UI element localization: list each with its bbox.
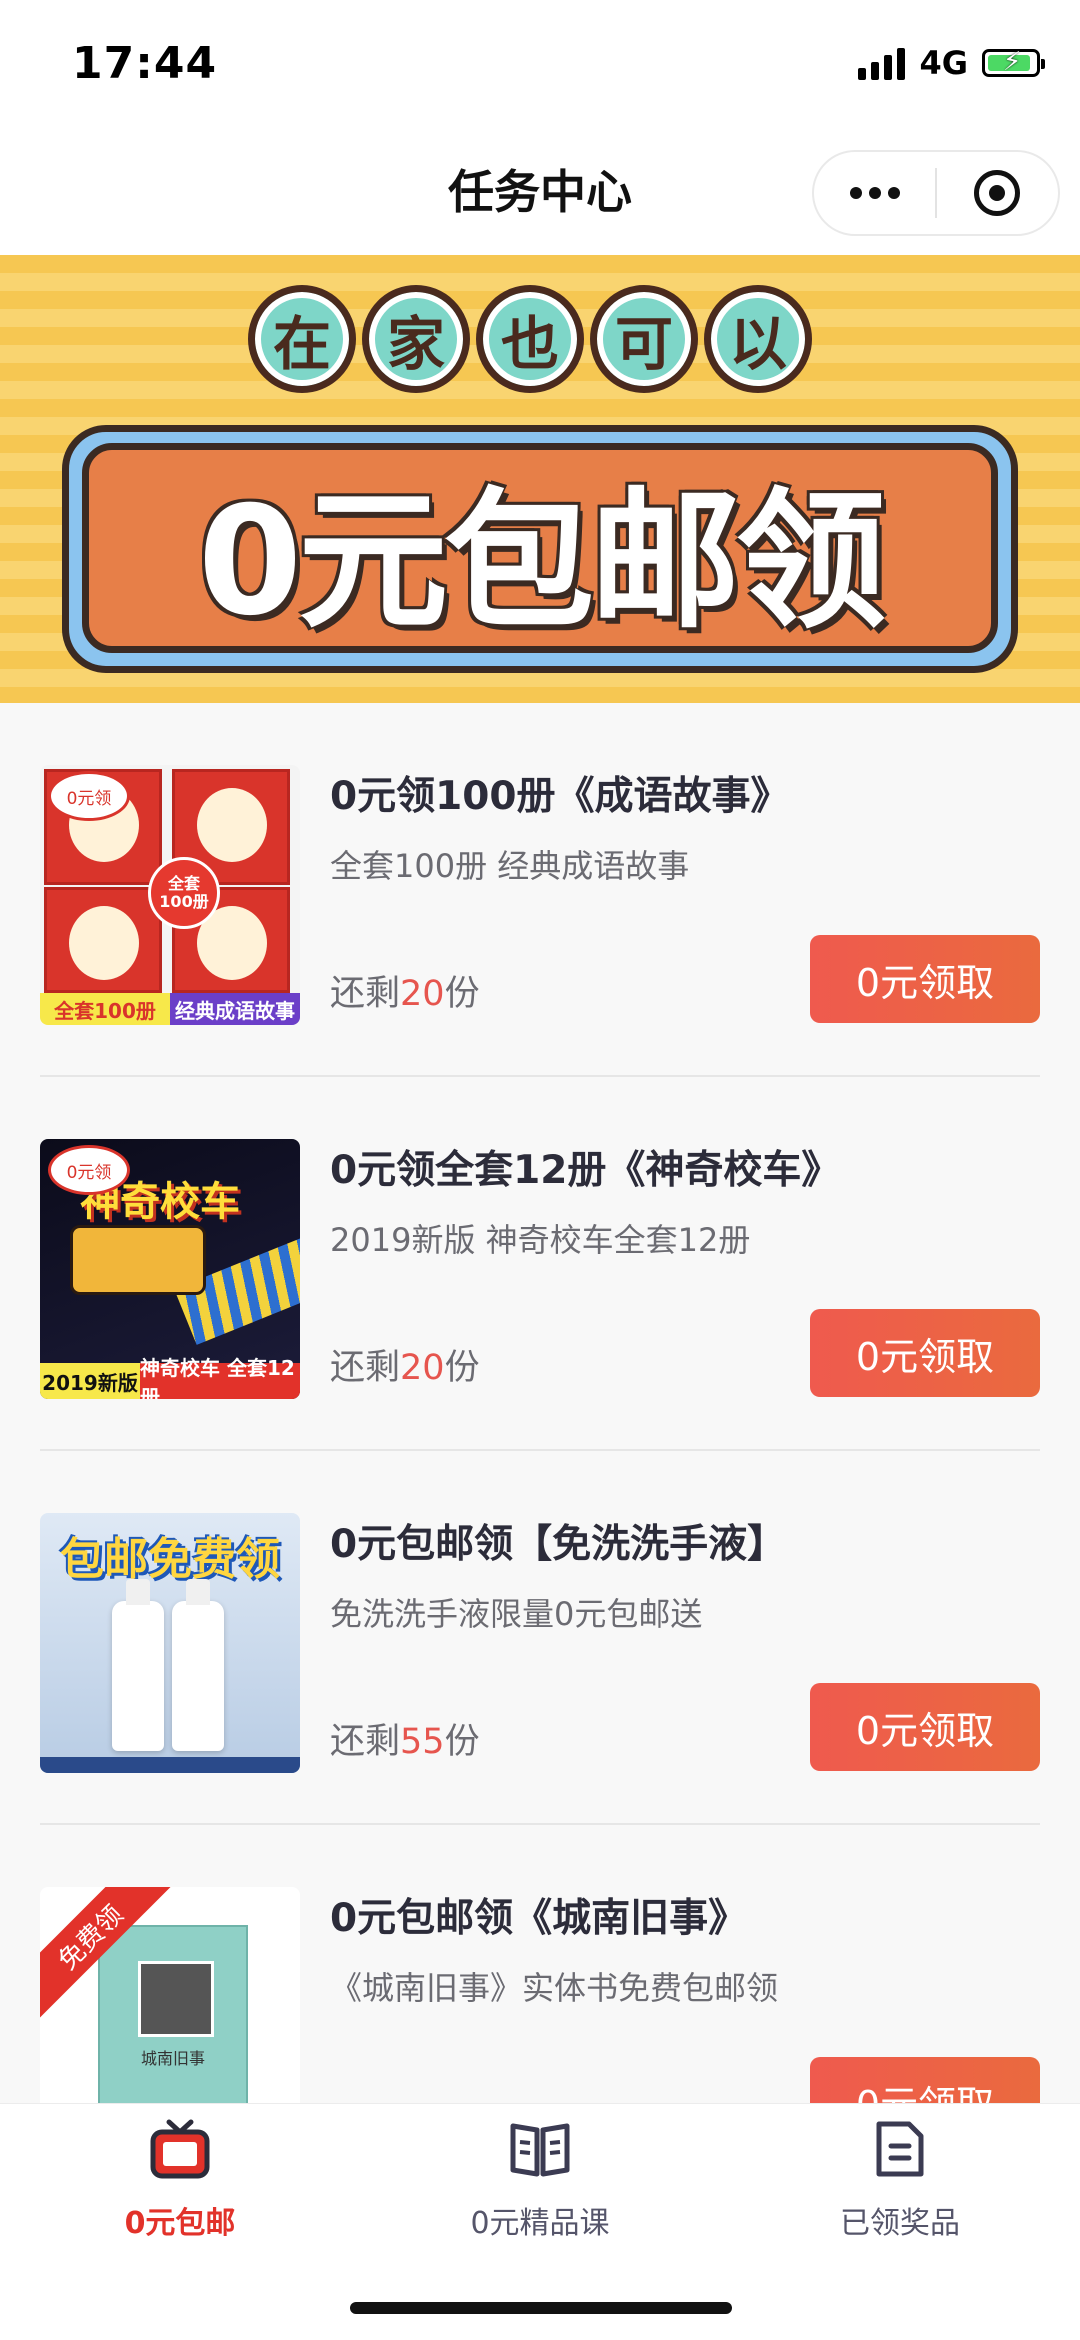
thumb-heading: 包邮免费领 (60, 1534, 280, 1585)
banner-panel: 0元包邮领 (82, 443, 998, 653)
tv-icon (145, 2114, 215, 2184)
item-subtitle: 2019新版 神奇校车全套12册 (330, 1221, 751, 1259)
banner-char: 家 (362, 285, 470, 393)
remaining-count: 还剩20份 (330, 1348, 480, 1388)
banner-char: 也 (476, 285, 584, 393)
school-bus-icon (70, 1225, 206, 1295)
thumb-strip-label: 经典成语故事 (170, 993, 300, 1025)
mini-program-capsule (812, 150, 1060, 236)
thumb-strip-label: 2019新版 (40, 1363, 140, 1399)
status-icons: 4G ⚡ (858, 44, 1045, 82)
banner-main-text: 0元包邮领 (197, 474, 886, 649)
tab-free-shipping[interactable]: 0元包邮 (0, 2104, 360, 2274)
item-title: 0元包邮领【免洗洗手液】 (330, 1522, 787, 1567)
banner-char: 可 (590, 285, 698, 393)
tab-label: 0元包邮 (124, 2206, 236, 2241)
item-subtitle: 《城南旧事》实体书免费包邮领 (330, 1969, 779, 2007)
item-title: 0元领全套12册《神奇校车》 (330, 1148, 841, 1193)
thumb-strip-label: 神奇校车 全套12册 (140, 1356, 300, 1399)
task-list: 0元领 全套 100册 全套100册 经典成语故事 0元领100册《成语故事》 … (0, 703, 1080, 2103)
close-target-icon[interactable] (937, 170, 1058, 216)
tab-label: 0元精品课 (470, 2206, 610, 2241)
open-book-icon (505, 2114, 575, 2184)
tab-free-courses[interactable]: 0元精品课 (360, 2104, 720, 2274)
product-thumbnail[interactable]: 神奇校车 0元领 2019新版 神奇校车 全套12册 (40, 1139, 300, 1399)
product-thumbnail[interactable]: 0元领 全套 100册 全套100册 经典成语故事 (40, 765, 300, 1025)
bottle-icon (172, 1579, 224, 1751)
claim-button[interactable]: 0元领取 (810, 1309, 1040, 1397)
thumb-strip-label: 全套100册 (40, 993, 170, 1025)
book-label: 城南旧事 (140, 2049, 205, 2068)
status-bar: 17:44 4G ⚡ (0, 0, 1080, 130)
list-item[interactable]: 城南旧事 免费领 0元包邮领《城南旧事》 《城南旧事》实体书免费包邮领 0元领取 (40, 1825, 1040, 2103)
item-subtitle: 免洗洗手液限量0元包邮送 (330, 1595, 703, 1633)
item-title: 0元领100册《成语故事》 (330, 774, 790, 819)
book-cover: 城南旧事 (98, 1925, 248, 2103)
remaining-count: 还剩20份 (330, 974, 480, 1014)
status-time: 17:44 (72, 38, 218, 89)
promo-banner[interactable]: 在 家 也 可 以 0元包邮领 (0, 255, 1080, 703)
item-subtitle: 全套100册 经典成语故事 (330, 847, 690, 885)
tab-claimed-prizes[interactable]: 已领奖品 (720, 2104, 1080, 2274)
banner-char: 以 (704, 285, 812, 393)
claim-button[interactable]: 0元领取 (810, 1683, 1040, 1771)
claim-button[interactable]: 0元领取 (810, 935, 1040, 1023)
list-item[interactable]: 0元领 全套 100册 全套100册 经典成语故事 0元领100册《成语故事》 … (40, 703, 1040, 1077)
claim-button[interactable]: 0元领取 (810, 2057, 1040, 2103)
product-thumbnail[interactable]: 城南旧事 免费领 (40, 1887, 300, 2103)
free-badge: 0元领 (48, 1145, 130, 1195)
more-icon[interactable] (814, 187, 935, 199)
list-item[interactable]: 包邮免费领 0元包邮领【免洗洗手液】 免洗洗手液限量0元包邮送 还剩55份 0元… (40, 1451, 1040, 1825)
network-type: 4G (919, 44, 968, 82)
item-title: 0元包邮领《城南旧事》 (330, 1896, 748, 1941)
banner-char: 在 (248, 285, 356, 393)
list-item[interactable]: 神奇校车 0元领 2019新版 神奇校车 全套12册 0元领全套12册《神奇校车… (40, 1077, 1040, 1451)
product-thumbnail[interactable]: 包邮免费领 (40, 1513, 300, 1773)
battery-icon: ⚡ (982, 48, 1045, 77)
navigation-bar: 任务中心 (0, 130, 1080, 255)
document-icon (865, 2114, 935, 2184)
bottle-icon (112, 1579, 164, 1751)
signal-icon (858, 46, 906, 80)
volume-badge: 全套 100册 (148, 857, 220, 929)
banner-bubbles: 在 家 也 可 以 (248, 285, 812, 393)
home-indicator[interactable] (350, 2302, 732, 2314)
free-badge: 0元领 (48, 771, 130, 821)
remaining-count: 还剩55份 (330, 1722, 480, 1762)
tab-label: 已领奖品 (840, 2206, 960, 2241)
